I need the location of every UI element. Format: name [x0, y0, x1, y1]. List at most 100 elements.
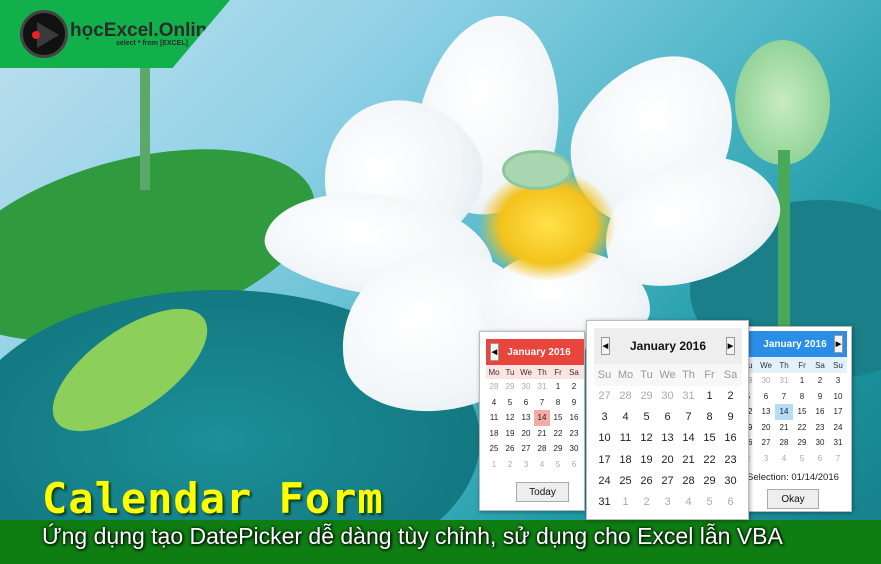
day-cell[interactable]: 1 — [793, 373, 811, 389]
day-cell[interactable]: 27 — [594, 386, 615, 407]
prev-month-button[interactable]: ◀ — [601, 337, 610, 355]
day-cell[interactable]: 5 — [793, 451, 811, 467]
day-cell[interactable]: 24 — [829, 420, 847, 436]
day-cell[interactable]: 20 — [757, 420, 775, 436]
day-cell[interactable]: 24 — [582, 426, 584, 442]
day-cell[interactable]: 9 — [566, 395, 582, 411]
day-cell[interactable]: 4 — [775, 451, 793, 467]
day-cell[interactable]: 30 — [720, 471, 741, 492]
day-cell[interactable]: 29 — [636, 386, 657, 407]
day-cell[interactable]: 15 — [550, 410, 566, 426]
day-cell[interactable]: 15 — [699, 428, 720, 449]
day-cell[interactable]: 28 — [534, 441, 550, 457]
day-cell[interactable]: 6 — [720, 492, 741, 513]
day-cell[interactable]: 4 — [678, 492, 699, 513]
day-cell[interactable]: 7 — [582, 457, 584, 473]
day-cell[interactable]: 2 — [502, 457, 518, 473]
day-cell[interactable]: 2 — [566, 379, 582, 395]
day-cell[interactable]: 28 — [615, 386, 636, 407]
day-cell[interactable]: 3 — [582, 379, 584, 395]
day-cell[interactable]: 27 — [518, 441, 534, 457]
day-cell[interactable]: 30 — [566, 441, 582, 457]
day-cell[interactable]: 30 — [518, 379, 534, 395]
day-cell[interactable]: 19 — [636, 450, 657, 471]
day-cell[interactable]: 16 — [566, 410, 582, 426]
day-cell[interactable]: 22 — [550, 426, 566, 442]
day-cell[interactable]: 7 — [775, 389, 793, 405]
day-cell[interactable]: 21 — [534, 426, 550, 442]
day-cell[interactable]: 16 — [720, 428, 741, 449]
day-cell[interactable]: 10 — [582, 395, 584, 411]
day-cell[interactable]: 14 — [775, 404, 793, 420]
okay-button[interactable]: Okay — [767, 489, 819, 509]
day-cell[interactable]: 30 — [657, 386, 678, 407]
day-cell[interactable]: 26 — [502, 441, 518, 457]
day-cell[interactable]: 3 — [594, 407, 615, 428]
day-cell[interactable]: 27 — [657, 471, 678, 492]
day-cell[interactable]: 6 — [518, 395, 534, 411]
day-cell[interactable]: 5 — [699, 492, 720, 513]
day-cell[interactable]: 30 — [757, 373, 775, 389]
day-cell[interactable]: 3 — [657, 492, 678, 513]
day-cell[interactable]: 9 — [811, 389, 829, 405]
day-cell[interactable]: 13 — [518, 410, 534, 426]
day-cell[interactable]: 21 — [678, 450, 699, 471]
next-month-button[interactable]: ▶ — [834, 335, 843, 353]
day-cell[interactable]: 23 — [811, 420, 829, 436]
day-cell[interactable]: 11 — [615, 428, 636, 449]
day-cell[interactable]: 29 — [550, 441, 566, 457]
day-cell[interactable]: 14 — [534, 410, 550, 426]
day-cell[interactable]: 31 — [594, 492, 615, 513]
day-cell[interactable]: 31 — [534, 379, 550, 395]
day-cell[interactable]: 31 — [678, 386, 699, 407]
day-cell[interactable]: 21 — [775, 420, 793, 436]
day-cell[interactable]: 1 — [550, 379, 566, 395]
day-cell[interactable]: 7 — [829, 451, 847, 467]
day-cell[interactable]: 10 — [594, 428, 615, 449]
day-cell[interactable]: 18 — [486, 426, 502, 442]
day-cell[interactable]: 6 — [657, 407, 678, 428]
day-cell[interactable]: 28 — [678, 471, 699, 492]
day-cell[interactable]: 22 — [793, 420, 811, 436]
day-cell[interactable]: 20 — [518, 426, 534, 442]
day-cell[interactable]: 12 — [502, 410, 518, 426]
day-cell[interactable]: 15 — [793, 404, 811, 420]
day-cell[interactable]: 30 — [811, 435, 829, 451]
day-cell[interactable]: 26 — [636, 471, 657, 492]
day-cell[interactable]: 8 — [550, 395, 566, 411]
day-cell[interactable]: 3 — [757, 451, 775, 467]
day-cell[interactable]: 1 — [699, 386, 720, 407]
day-cell[interactable]: 31 — [829, 435, 847, 451]
day-cell[interactable]: 5 — [502, 395, 518, 411]
day-cell[interactable]: 29 — [793, 435, 811, 451]
next-month-button[interactable]: ▶ — [726, 337, 735, 355]
day-cell[interactable]: 25 — [615, 471, 636, 492]
day-cell[interactable]: 23 — [720, 450, 741, 471]
day-cell[interactable]: 24 — [594, 471, 615, 492]
day-cell[interactable]: 28 — [486, 379, 502, 395]
day-cell[interactable]: 2 — [636, 492, 657, 513]
day-cell[interactable]: 7 — [534, 395, 550, 411]
day-cell[interactable]: 17 — [829, 404, 847, 420]
today-button[interactable]: Today — [516, 482, 569, 502]
day-cell[interactable]: 2 — [720, 386, 741, 407]
day-cell[interactable]: 11 — [486, 410, 502, 426]
day-cell[interactable]: 29 — [699, 471, 720, 492]
day-cell[interactable]: 3 — [518, 457, 534, 473]
day-cell[interactable]: 8 — [699, 407, 720, 428]
day-cell[interactable]: 27 — [757, 435, 775, 451]
day-cell[interactable]: 16 — [811, 404, 829, 420]
day-cell[interactable]: 31 — [582, 441, 584, 457]
day-cell[interactable]: 1 — [615, 492, 636, 513]
day-cell[interactable]: 13 — [657, 428, 678, 449]
day-cell[interactable]: 4 — [486, 395, 502, 411]
day-cell[interactable]: 17 — [594, 450, 615, 471]
day-cell[interactable]: 31 — [775, 373, 793, 389]
day-cell[interactable]: 29 — [502, 379, 518, 395]
day-cell[interactable]: 23 — [566, 426, 582, 442]
day-cell[interactable]: 18 — [615, 450, 636, 471]
day-cell[interactable]: 2 — [811, 373, 829, 389]
day-cell[interactable]: 7 — [678, 407, 699, 428]
prev-month-button[interactable]: ◀ — [490, 343, 499, 361]
day-cell[interactable]: 5 — [550, 457, 566, 473]
